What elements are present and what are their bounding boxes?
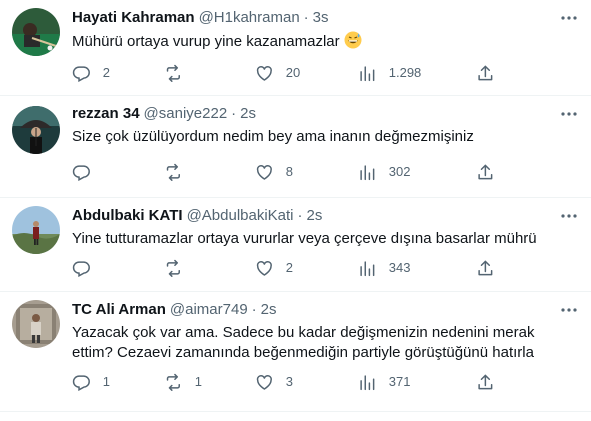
tweet-text-content: Yazacak çok var ama. Sadece bu kadar değ… (72, 324, 535, 361)
view-count: 302 (388, 164, 411, 179)
view-count: 371 (388, 374, 411, 389)
more-icon[interactable] (559, 206, 579, 226)
timestamp[interactable]: 2s (307, 207, 323, 224)
avatar[interactable] (12, 8, 60, 56)
like-button[interactable]: 8 (255, 162, 293, 182)
separator: · (251, 301, 257, 318)
tweet-text: Size çok üzülüyordum nedim bey ama inanı… (72, 127, 575, 147)
tweet-text: Mühürü ortaya vurup yine kazanamazlar (72, 31, 575, 52)
like-count: 2 (285, 260, 293, 275)
tweet-text: Yine tutturamazlar ortaya vururlar veya … (72, 229, 575, 249)
retweet-button[interactable]: 1 (164, 372, 202, 392)
more-icon[interactable] (559, 104, 579, 124)
tweet[interactable]: TC Ali Arman @aimar749 · 2s Yazacak çok var… (0, 292, 591, 412)
share-icon (478, 65, 493, 80)
display-name[interactable]: Hayati Kahraman (72, 9, 195, 26)
views-button[interactable]: 371 (358, 372, 410, 392)
views-button[interactable]: 343 (358, 258, 410, 278)
share-icon (478, 164, 493, 179)
avatar[interactable] (12, 206, 60, 254)
avatar[interactable] (12, 106, 60, 154)
tweet-actions: 2 343 (72, 258, 575, 278)
like-count: 20 (285, 65, 301, 80)
retweet-count: 1 (194, 374, 202, 389)
retweet-icon (166, 163, 180, 181)
share-button[interactable] (476, 162, 495, 182)
tweet-text-content: Mühürü ortaya vurup yine kazanamazlar (72, 33, 340, 50)
display-name[interactable]: TC Ali Arman (72, 301, 166, 318)
tweet-text-content: Size çok üzülüyordum nedim bey ama inanı… (72, 128, 474, 145)
like-button[interactable]: 20 (255, 63, 300, 83)
user-handle[interactable]: @aimar749 (170, 301, 248, 318)
tweet-header: TC Ali Arman @aimar749 · 2s (72, 300, 551, 320)
reply-icon (72, 66, 90, 82)
separator: · (231, 105, 237, 122)
tweet-text: Yazacak çok var ama. Sadece bu kadar değ… (72, 323, 575, 363)
like-icon (256, 374, 272, 390)
tweet-feed: Hayati Kahraman @H1kahraman · 3s Mühürü ort… (0, 0, 591, 412)
tweet-header: rezzan 34 @saniye222 · 2s (72, 104, 551, 124)
retweet-icon (166, 64, 180, 82)
separator: · (297, 207, 303, 224)
separator: · (303, 9, 309, 26)
avatar[interactable] (12, 300, 60, 348)
like-icon (256, 260, 272, 276)
retweet-icon (166, 259, 180, 277)
more-icon[interactable] (559, 8, 579, 28)
like-button[interactable]: 3 (255, 372, 293, 392)
reply-icon (72, 375, 90, 391)
user-handle[interactable]: @H1kahraman (199, 9, 300, 26)
reply-button[interactable] (72, 162, 103, 182)
tweet-header: Abdulbaki KATI @AbdulbakiKati · 2s (72, 206, 551, 226)
tweet[interactable]: Abdulbaki KATI @AbdulbakiKati · 2s Yine tut… (0, 198, 591, 292)
timestamp[interactable]: 3s (313, 9, 329, 26)
user-handle[interactable]: @saniye222 (144, 105, 228, 122)
like-count: 8 (285, 164, 293, 179)
more-icon[interactable] (559, 300, 579, 320)
share-button[interactable] (476, 63, 495, 83)
retweet-button[interactable] (164, 63, 195, 83)
tweet-actions: 1 1 3 371 (72, 372, 575, 392)
share-button[interactable] (476, 372, 495, 392)
tweet-actions: 2 20 1.298 (72, 63, 575, 83)
grinning-sweat-emoji (344, 31, 362, 49)
reply-icon (72, 261, 90, 277)
like-count: 3 (285, 374, 293, 389)
display-name[interactable]: rezzan 34 (72, 105, 140, 122)
tweet[interactable]: rezzan 34 @saniye222 · 2s Size çok üzülüyor… (0, 96, 591, 198)
tweet-text-content: Yine tutturamazlar ortaya vururlar veya … (72, 230, 537, 247)
share-icon (478, 374, 493, 389)
tweet-header: Hayati Kahraman @H1kahraman · 3s (72, 8, 551, 28)
retweet-button[interactable] (164, 162, 195, 182)
tweet-actions: 8 302 (72, 162, 575, 182)
like-button[interactable]: 2 (255, 258, 293, 278)
reply-button[interactable]: 1 (72, 372, 110, 392)
reply-count: 2 (102, 65, 110, 80)
view-count: 1.298 (388, 65, 422, 80)
view-count: 343 (388, 260, 411, 275)
retweet-button[interactable] (164, 258, 195, 278)
user-handle[interactable]: @AbdulbakiKati (187, 207, 294, 224)
timestamp[interactable]: 2s (261, 301, 277, 318)
retweet-icon (166, 373, 180, 391)
like-icon (256, 65, 272, 81)
like-icon (256, 164, 272, 180)
views-button[interactable]: 302 (358, 162, 410, 182)
reply-button[interactable]: 2 (72, 63, 110, 83)
share-icon (478, 260, 493, 275)
display-name[interactable]: Abdulbaki KATI (72, 207, 183, 224)
views-icon (360, 375, 375, 390)
views-icon (360, 165, 375, 180)
timestamp[interactable]: 2s (240, 105, 256, 122)
views-icon (360, 261, 375, 276)
reply-count: 1 (102, 374, 110, 389)
share-button[interactable] (476, 258, 495, 278)
views-icon (360, 66, 375, 81)
views-button[interactable]: 1.298 (358, 63, 421, 83)
reply-icon (72, 165, 90, 181)
tweet[interactable]: Hayati Kahraman @H1kahraman · 3s Mühürü ort… (0, 0, 591, 96)
reply-button[interactable] (72, 258, 103, 278)
